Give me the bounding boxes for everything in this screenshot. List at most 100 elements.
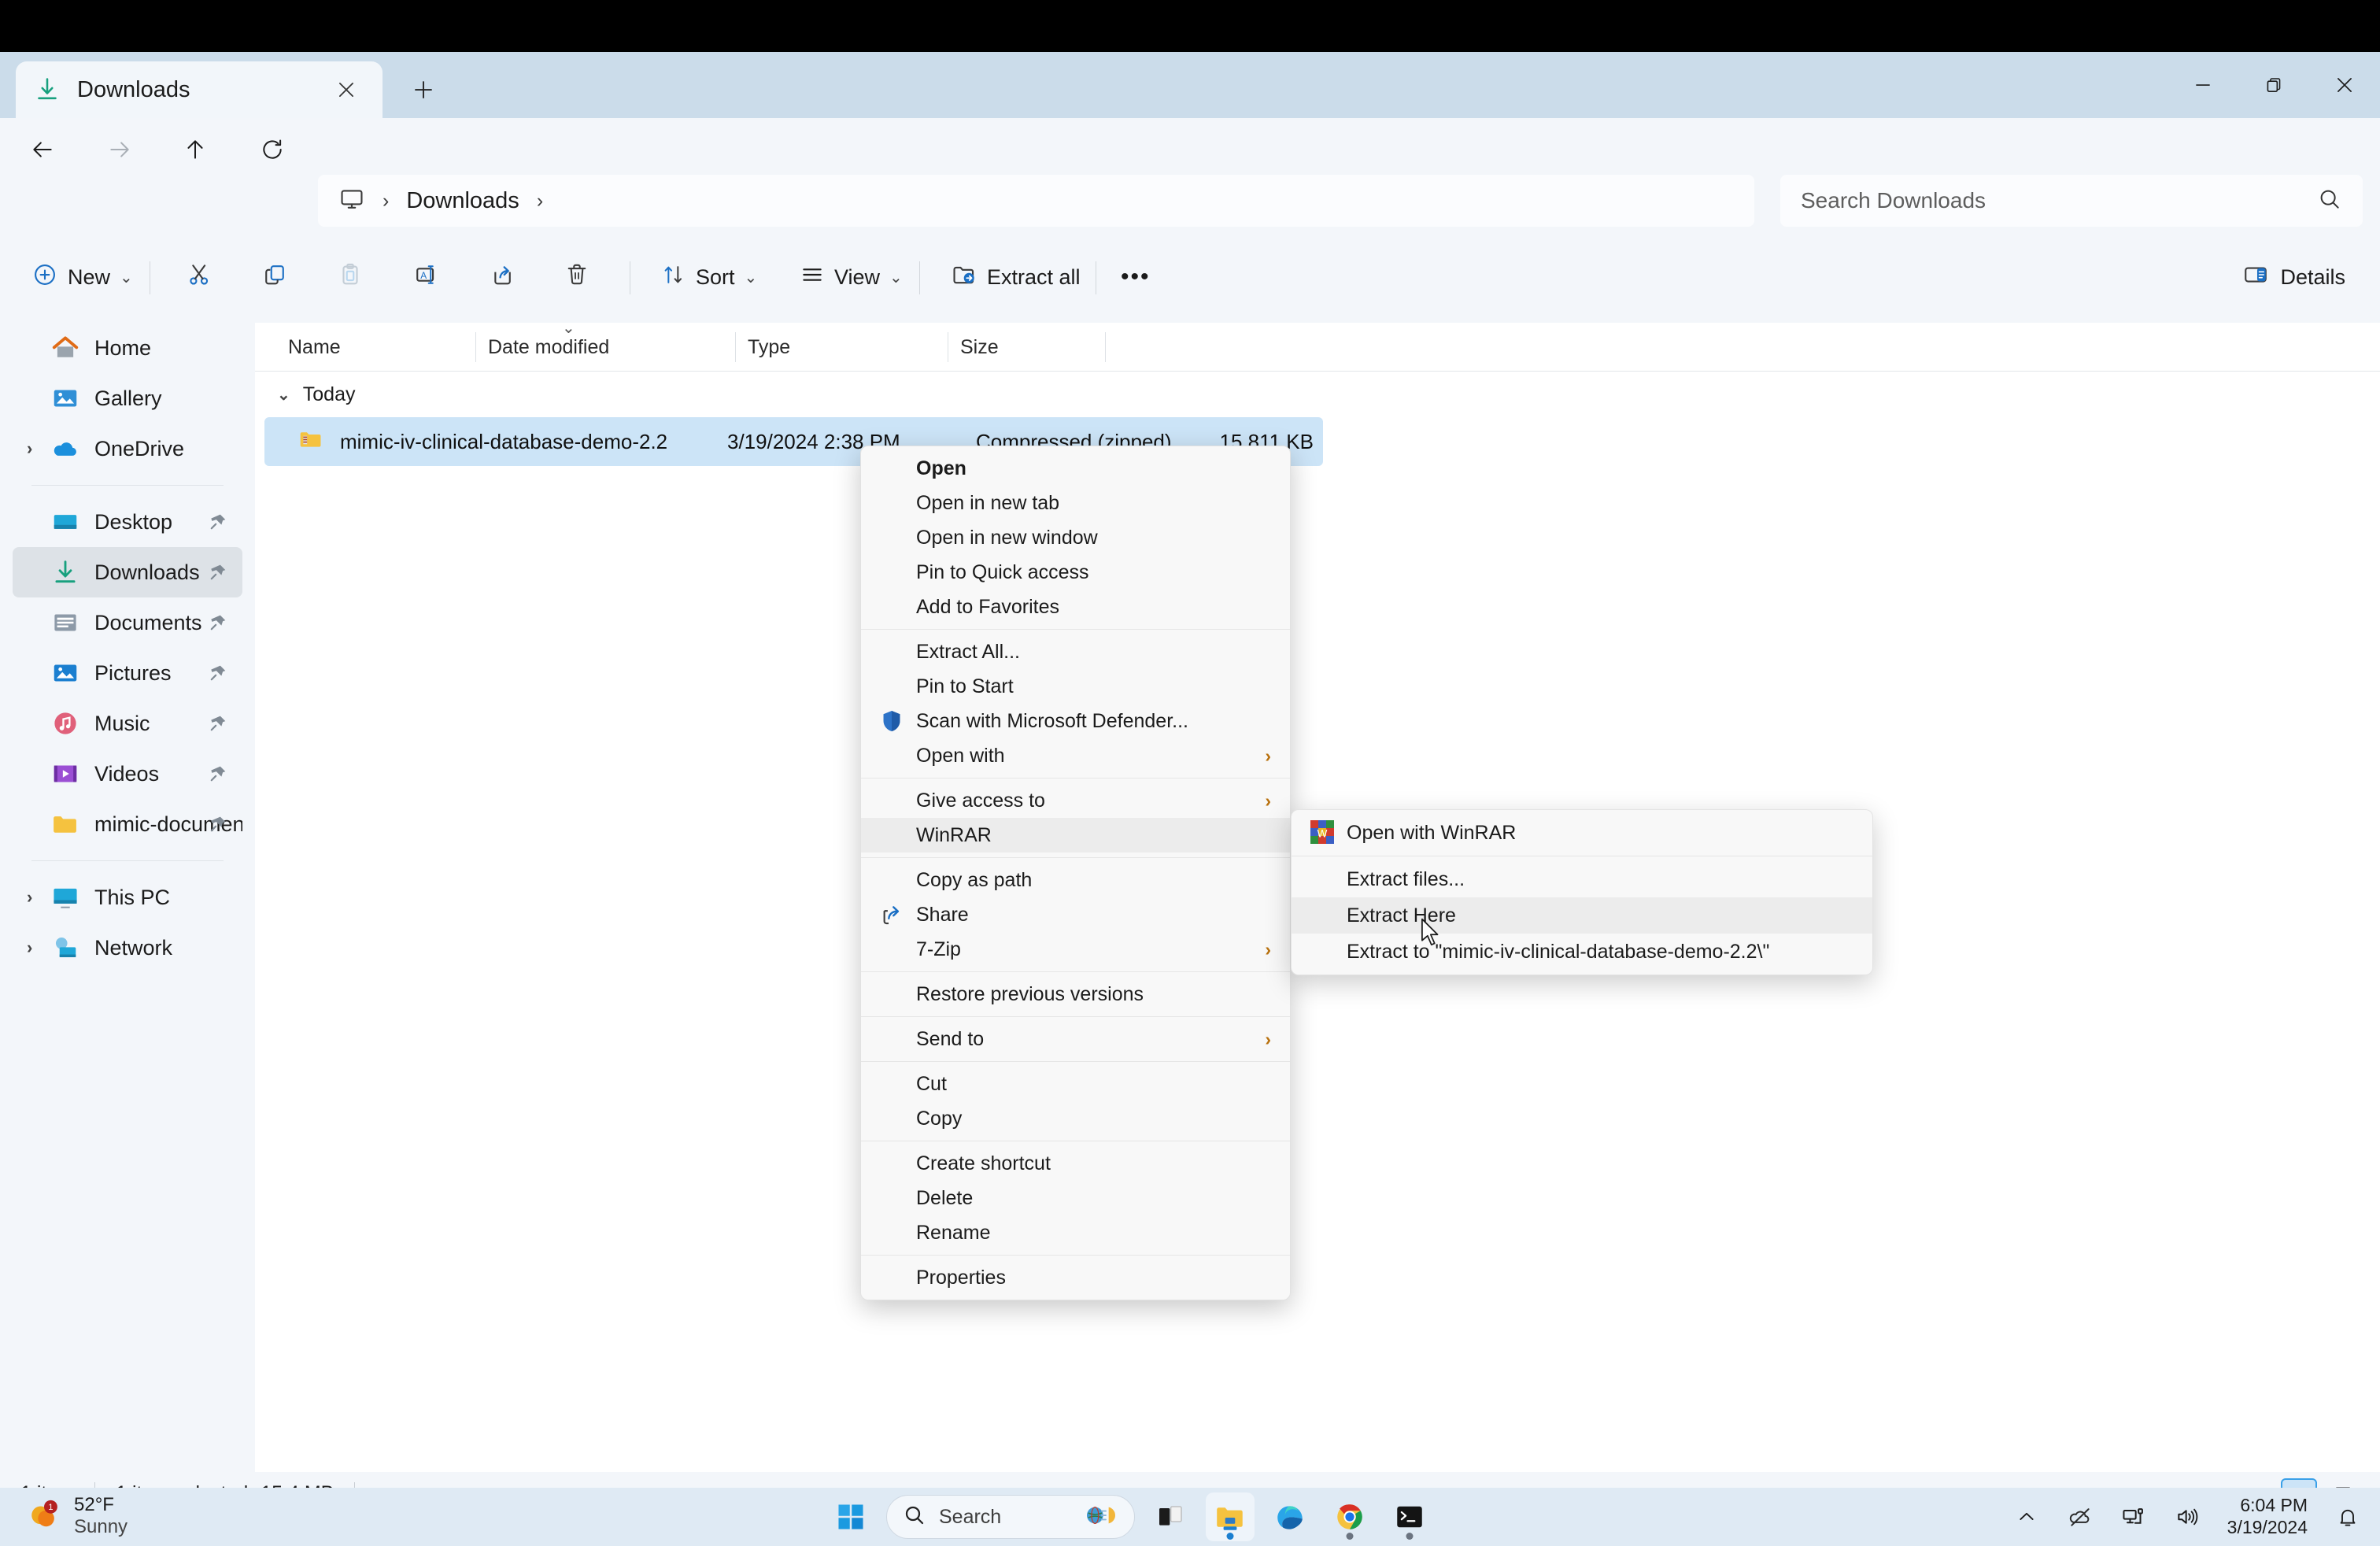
breadcrumb-downloads[interactable]: Downloads (406, 188, 519, 214)
context-menu-item-rename[interactable]: Rename (861, 1215, 1290, 1250)
column-header-type[interactable]: Type (748, 323, 790, 372)
close-window-button[interactable] (2309, 52, 2380, 118)
onedrive-offline-icon[interactable] (2062, 1499, 2098, 1535)
context-menu-item-restore-previous-versions[interactable]: Restore previous versions (861, 977, 1290, 1012)
new-button[interactable]: New ⌄ (19, 253, 146, 301)
context-menu-item-give-access-to[interactable]: Give access to › (861, 783, 1290, 818)
column-divider-4[interactable] (1105, 332, 1106, 362)
context-menu-item-share[interactable]: Share (861, 897, 1290, 932)
column-header-name[interactable]: Name (288, 323, 341, 372)
view-button[interactable]: View ⌄ (787, 253, 915, 301)
pin-icon[interactable] (208, 713, 228, 734)
context-menu-item-open-in-new-tab[interactable]: Open in new tab (861, 486, 1290, 520)
up-button[interactable] (175, 129, 216, 170)
context-menu-item-open[interactable]: Open (861, 451, 1290, 486)
sidebar-item-onedrive[interactable]: › OneDrive (13, 423, 242, 474)
pin-icon[interactable] (208, 562, 228, 583)
sidebar-item-pictures[interactable]: Pictures (13, 648, 242, 698)
task-view-button[interactable] (1146, 1492, 1195, 1541)
column-divider-2[interactable] (735, 332, 736, 362)
context-menu-item-properties[interactable]: Properties (861, 1260, 1290, 1295)
context-menu-item-add-to-favorites[interactable]: Add to Favorites (861, 590, 1290, 624)
start-button[interactable] (826, 1492, 875, 1541)
context-menu-item-scan-with-defender[interactable]: Scan with Microsoft Defender... (861, 704, 1290, 738)
clock[interactable]: 6:04 PM 3/19/2024 (2227, 1495, 2308, 1538)
sidebar-item-documents[interactable]: Documents (13, 597, 242, 648)
sidebar-item-gallery[interactable]: Gallery (13, 373, 242, 423)
context-menu-item-create-shortcut[interactable]: Create shortcut (861, 1146, 1290, 1181)
context-menu-item-winrar[interactable]: WinRAR (861, 818, 1290, 853)
column-header-size[interactable]: Size (960, 323, 999, 372)
sidebar-item-mimic-documents[interactable]: mimic-documen (13, 799, 242, 849)
cut-button[interactable] (173, 253, 225, 301)
chevron-right-icon[interactable]: › (27, 887, 32, 908)
context-menu-item-delete[interactable]: Delete (861, 1181, 1290, 1215)
close-icon[interactable] (327, 71, 365, 109)
taskbar-search-box[interactable]: Search (886, 1495, 1135, 1539)
column-divider-1[interactable] (475, 332, 476, 362)
minimize-button[interactable] (2168, 52, 2238, 118)
delete-button[interactable] (551, 253, 603, 301)
edge-icon[interactable] (1266, 1492, 1314, 1541)
sidebar-item-music[interactable]: Music (13, 698, 242, 749)
submenu-item-extract-here[interactable]: Extract Here (1292, 897, 1872, 934)
file-name-cell[interactable]: mimic-iv-clinical-database-demo-2.2 (264, 426, 727, 458)
copy-button[interactable] (249, 253, 301, 301)
breadcrumb-separator-2[interactable]: › (537, 190, 543, 213)
search-icon[interactable] (2317, 187, 2342, 216)
maximize-restore-button[interactable] (2238, 52, 2309, 118)
sort-button[interactable]: Sort ⌄ (649, 253, 770, 301)
sidebar-item-desktop[interactable]: Desktop (13, 497, 242, 547)
rename-button[interactable]: A (400, 253, 452, 301)
context-menu-item-send-to[interactable]: Send to › (861, 1022, 1290, 1056)
context-menu-item-open-in-new-window[interactable]: Open in new window (861, 520, 1290, 555)
submenu-item-open-with-winrar[interactable]: W Open with WinRAR (1292, 815, 1872, 851)
context-menu-item-extract-all[interactable]: Extract All... (861, 634, 1290, 669)
sidebar-item-this-pc[interactable]: › This PC (13, 872, 242, 923)
share-button[interactable] (475, 253, 527, 301)
network-icon[interactable] (2116, 1499, 2152, 1535)
pin-icon[interactable] (208, 764, 228, 784)
tab-downloads[interactable]: Downloads (16, 61, 382, 118)
column-header-date-modified[interactable]: Date modified (488, 323, 609, 372)
back-button[interactable] (22, 129, 63, 170)
context-menu-item-pin-to-start[interactable]: Pin to Start (861, 669, 1290, 704)
sidebar-item-downloads[interactable]: Downloads (13, 547, 242, 597)
sidebar-item-home[interactable]: Home (13, 323, 242, 373)
volume-icon[interactable] (2169, 1499, 2205, 1535)
chevron-right-icon[interactable]: › (27, 938, 32, 958)
tray-overflow-button[interactable] (2009, 1499, 2045, 1535)
chevron-down-icon[interactable]: ⌄ (277, 385, 290, 405)
submenu-item-extract-files[interactable]: Extract files... (1292, 861, 1872, 897)
search-input[interactable]: Search Downloads (1801, 188, 1986, 213)
details-pane-button[interactable]: Details (2230, 253, 2358, 301)
submenu-item-extract-to-folder[interactable]: Extract to "mimic-iv-clinical-database-d… (1292, 934, 1872, 970)
context-menu-item-open-with[interactable]: Open with › (861, 738, 1290, 773)
context-menu-item-cut[interactable]: Cut (861, 1067, 1290, 1101)
group-header-today[interactable]: ⌄ Today (255, 372, 2380, 417)
context-menu-item-copy[interactable]: Copy (861, 1101, 1290, 1136)
chevron-right-icon[interactable]: › (27, 438, 32, 459)
context-menu-item-pin-to-quick-access[interactable]: Pin to Quick access (861, 555, 1290, 590)
context-menu-item-copy-as-path[interactable]: Copy as path (861, 863, 1290, 897)
pin-icon[interactable] (208, 512, 228, 532)
this-pc-icon[interactable] (338, 186, 365, 216)
pin-icon[interactable] (208, 814, 228, 834)
pin-icon[interactable] (208, 612, 228, 633)
see-more-button[interactable]: ••• (1108, 253, 1163, 301)
context-menu-item-7-zip[interactable]: 7-Zip › (861, 932, 1290, 967)
bell-icon[interactable] (2330, 1499, 2366, 1535)
forward-button[interactable] (99, 129, 140, 170)
address-bar[interactable]: › Downloads › (318, 175, 1754, 227)
chrome-icon[interactable] (1325, 1492, 1374, 1541)
weather-widget[interactable]: 1 52°F Sunny (27, 1494, 128, 1537)
search-downloads-box[interactable]: Search Downloads (1780, 175, 2363, 227)
extract-all-button[interactable]: Extract all (938, 253, 1093, 301)
new-tab-button[interactable] (401, 69, 445, 110)
file-explorer-icon[interactable] (1206, 1492, 1255, 1541)
globe-widget-icon[interactable] (1085, 1502, 1118, 1533)
sidebar-item-videos[interactable]: Videos (13, 749, 242, 799)
pin-icon[interactable] (208, 663, 228, 683)
refresh-button[interactable] (252, 129, 293, 170)
terminal-icon[interactable] (1385, 1492, 1434, 1541)
